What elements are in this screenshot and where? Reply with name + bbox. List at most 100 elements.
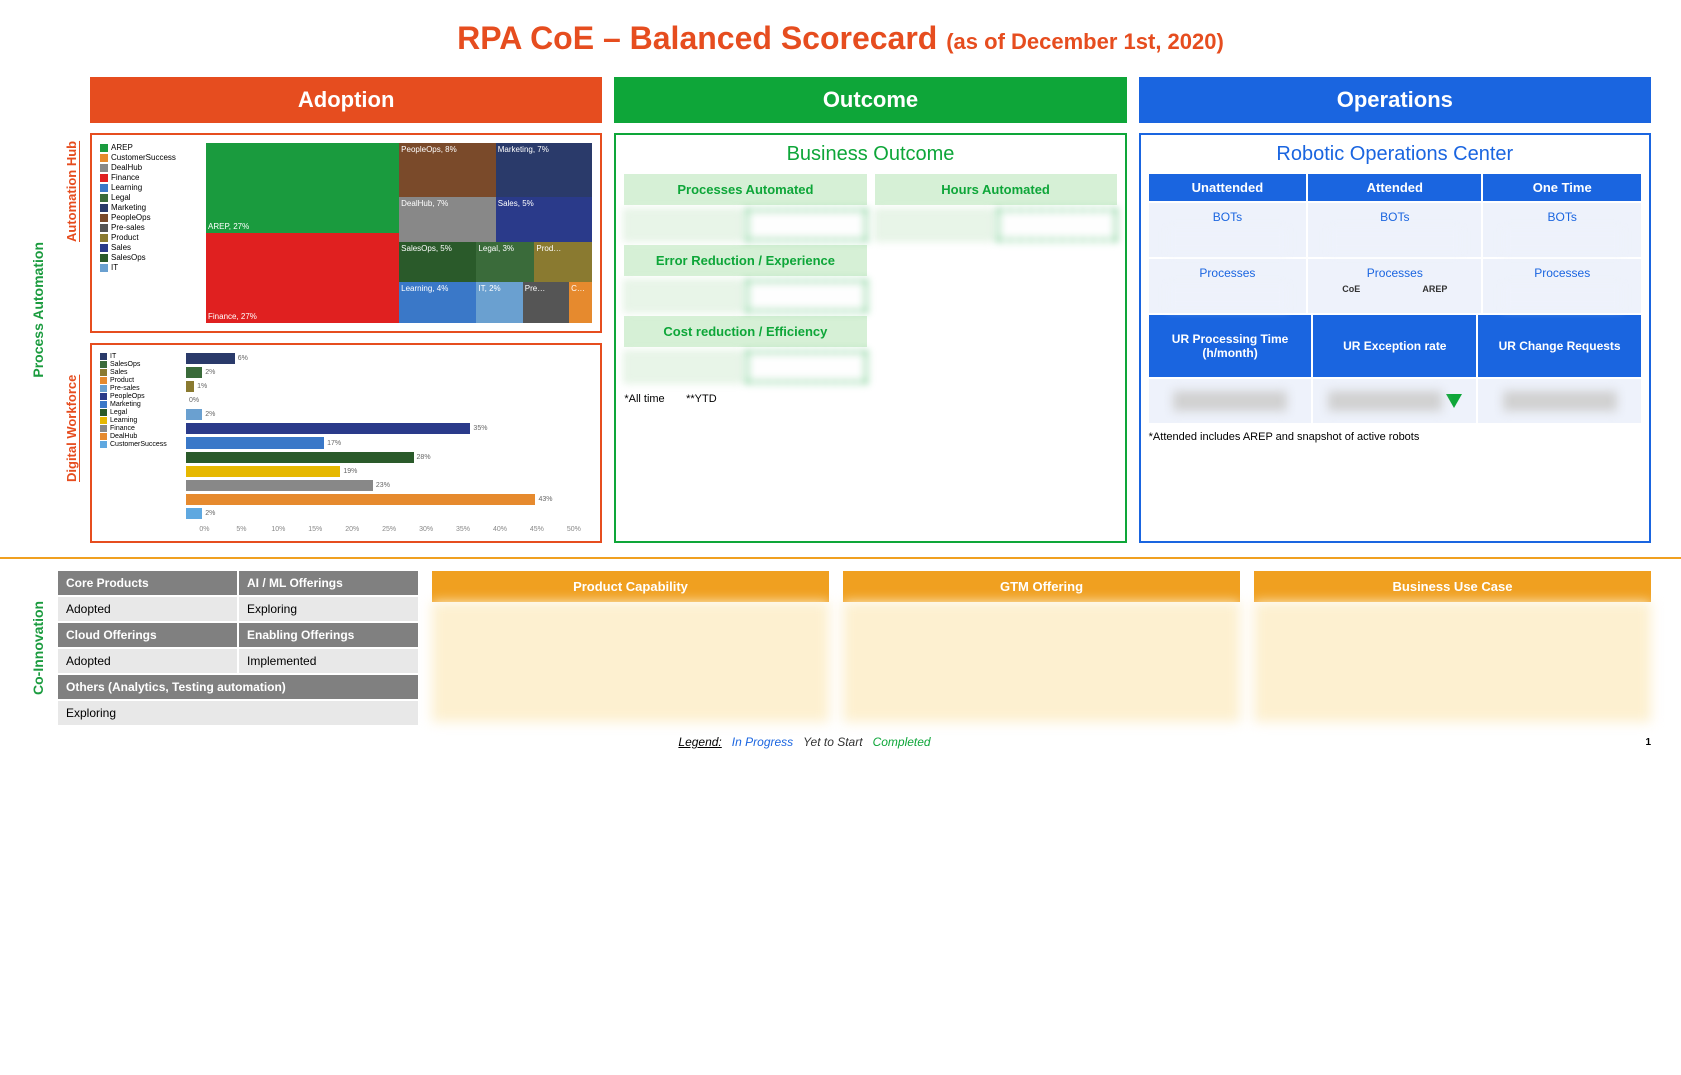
out-err-2 <box>746 280 866 312</box>
page-footer: Legend: In Progress Yet to Start Complet… <box>30 735 1651 749</box>
panel-digital-workforce: ITSalesOpsSalesProductPre-salesPeopleOps… <box>90 343 602 543</box>
tm-it: IT, 2% <box>476 282 522 323</box>
bottom-content: Core Products AI / ML Offerings Adopted … <box>58 571 1651 725</box>
st-v-others: Exploring <box>58 701 418 725</box>
bottom-section: Co-Innovation Core Products AI / ML Offe… <box>30 571 1651 725</box>
header-operations: Operations <box>1139 77 1651 123</box>
out-head-pa: Processes Automated <box>624 174 866 205</box>
outcome-col-left: Processes Automated Error Reduction / Ex… <box>624 174 866 405</box>
header-outcome: Outcome <box>614 77 1126 123</box>
out-pa-2 <box>746 209 866 241</box>
out-head-ha: Hours Automated <box>875 174 1117 205</box>
tm-marketing: Marketing, 7% <box>496 143 593 197</box>
column-operations: Operations Robotic Operations Center Una… <box>1139 77 1651 543</box>
ops-bots-2-label: BOTs <box>1311 206 1478 228</box>
panel-label-automation-hub[interactable]: Automation Hub <box>64 77 84 306</box>
tm-sales: Sales, 5% <box>496 197 593 242</box>
tm-finance: Finance, 27% <box>206 233 399 323</box>
barchart-legend: ITSalesOpsSalesProductPre-salesPeopleOps… <box>100 353 180 533</box>
out-err-1 <box>624 280 742 312</box>
section-label-coinnovation: Co-Innovation <box>30 571 52 725</box>
out-head-cost: Cost reduction / Efficiency <box>624 316 866 347</box>
legend: Legend: In Progress Yet to Start Complet… <box>678 735 930 749</box>
ops-metrics: UR Processing Time (h/month) UR Exceptio… <box>1149 315 1641 423</box>
tm-product: Prod… <box>534 242 592 282</box>
section-divider <box>0 557 1681 559</box>
st-v-ai: Exploring <box>239 597 418 621</box>
ops-proc-2-label: Processes <box>1311 262 1478 284</box>
tm-arep: AREP, 27% <box>206 143 399 233</box>
panel-label-digital-workforce[interactable]: Digital Workforce <box>64 314 84 543</box>
ops-col-onetime: One Time <box>1483 174 1641 201</box>
yc-h-3: Business Use Case <box>1254 571 1651 602</box>
out-ha-2 <box>997 209 1117 241</box>
tm-learning: Learning, 4% <box>399 282 476 323</box>
st-h-core: Core Products <box>58 571 237 595</box>
card-business-use-case: Business Use Case <box>1254 571 1651 725</box>
ops-proc-1-label: Processes <box>1152 262 1304 284</box>
ops-proc-3-val <box>1502 284 1623 310</box>
ops-proc-1-val <box>1167 284 1288 310</box>
section-label-process-automation: Process Automation <box>30 242 58 378</box>
yc-h-2: GTM Offering <box>843 571 1240 602</box>
treemap-legend: AREPCustomerSuccessDealHubFinanceLearnin… <box>100 143 200 323</box>
yc-h-1: Product Capability <box>432 571 829 602</box>
out-pa-1 <box>624 209 742 241</box>
tm-salesops: SalesOps, 5% <box>399 242 476 282</box>
barchart-wrap: ITSalesOpsSalesProductPre-salesPeopleOps… <box>100 353 592 533</box>
ops-mv-3 <box>1503 391 1617 411</box>
outcome-title: Business Outcome <box>624 143 1116 166</box>
header-adoption: Adoption <box>90 77 602 123</box>
columns: Adoption AREPCustomerSuccessDealHubFinan… <box>90 77 1651 543</box>
title-sub: (as of December 1st, 2020) <box>946 29 1224 54</box>
column-adoption: Adoption AREPCustomerSuccessDealHubFinan… <box>90 77 602 543</box>
tm-peopleops: PeopleOps, 8% <box>399 143 496 197</box>
panel-outcome: Business Outcome Processes Automated Err… <box>614 133 1126 543</box>
ops-metric-3: UR Change Requests <box>1478 315 1641 377</box>
st-v-enabling: Implemented <box>239 649 418 673</box>
ops-bots-2-val <box>1328 228 1462 254</box>
tm-dealhub: DealHub, 7% <box>399 197 496 242</box>
yc-body-3 <box>1254 602 1651 722</box>
ops-proc-split: CoEAREP <box>1311 284 1478 294</box>
ops-col-unattended: Unattended <box>1149 174 1307 201</box>
barchart: 6%2%1%0%2%35%17%28%19%23%43%2%0%5%10%15%… <box>186 353 592 533</box>
ops-table: Unattended Attended One Time BOTs BOTs B… <box>1149 174 1641 313</box>
tm-legal: Legal, 3% <box>476 242 534 282</box>
st-h-ai: AI / ML Offerings <box>239 571 418 595</box>
st-v-core: Adopted <box>58 597 237 621</box>
panel-operations: Robotic Operations Center Unattended Att… <box>1139 133 1651 543</box>
ops-bots-3-label: BOTs <box>1486 206 1638 228</box>
out-cost-2 <box>746 351 866 383</box>
ops-footnote: *Attended includes AREP and snapshot of … <box>1149 431 1641 443</box>
st-h-enabling: Enabling Offerings <box>239 623 418 647</box>
ops-bots-1-val <box>1167 228 1288 254</box>
ops-metric-2: UR Exception rate <box>1313 315 1476 377</box>
page-title: RPA CoE – Balanced Scorecard (as of Dece… <box>30 20 1651 57</box>
legend-completed: Completed <box>873 735 931 749</box>
tm-cs: C… <box>569 282 592 323</box>
ops-metric-1: UR Processing Time (h/month) <box>1149 315 1312 377</box>
legend-in-progress: In Progress <box>732 735 793 749</box>
treemap-wrap: AREPCustomerSuccessDealHubFinanceLearnin… <box>100 143 592 323</box>
note-alltime: *All time <box>624 393 664 405</box>
title-main: RPA CoE – Balanced Scorecard <box>457 20 946 56</box>
treemap-chart: AREP, 27% Finance, 27% PeopleOps, 8% Mar… <box>206 143 592 323</box>
st-v-cloud: Adopted <box>58 649 237 673</box>
left-labels: Process Automation <box>30 77 58 543</box>
ops-bots-3-val <box>1502 228 1623 254</box>
ops-col-attended: Attended <box>1308 174 1481 201</box>
yc-body-1 <box>432 602 829 722</box>
tm-presales: Pre… <box>523 282 569 323</box>
legend-yet-to-start: Yet to Start <box>803 735 862 749</box>
outcome-col-right: Hours Automated <box>875 174 1117 405</box>
legend-label: Legend: <box>678 735 721 749</box>
outcome-grid: Processes Automated Error Reduction / Ex… <box>624 174 1116 405</box>
page-number: 1 <box>1645 737 1651 748</box>
yc-body-2 <box>843 602 1240 722</box>
ops-mv-1 <box>1173 391 1287 411</box>
ops-proc-3-label: Processes <box>1486 262 1638 284</box>
ops-bots-1-label: BOTs <box>1152 206 1304 228</box>
ops-title: Robotic Operations Center <box>1149 143 1641 166</box>
status-table: Core Products AI / ML Offerings Adopted … <box>58 571 418 725</box>
